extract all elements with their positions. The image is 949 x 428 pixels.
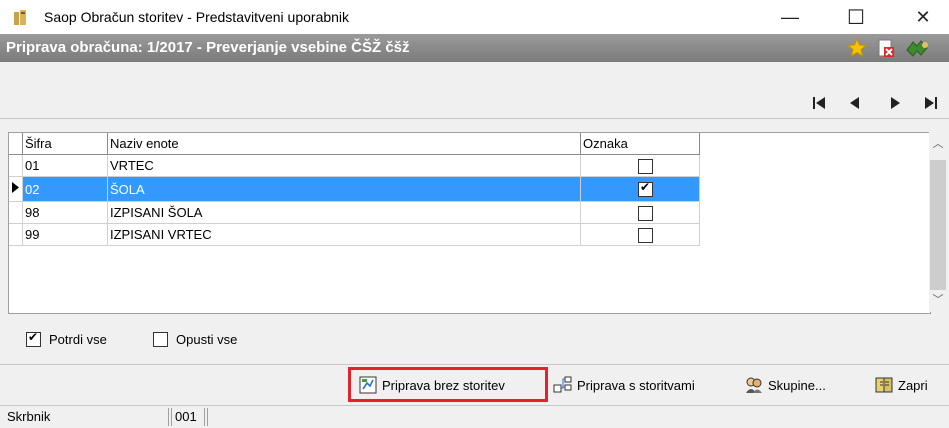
column-header-name[interactable]: Naziv enote: [107, 133, 581, 155]
confirm-all-label: Potrdi vse: [49, 332, 107, 347]
cell-name[interactable]: ŠOLA: [107, 176, 581, 202]
confirm-all-checkbox[interactable]: Potrdi vse: [26, 330, 107, 347]
row-indicator: [9, 223, 23, 246]
minimize-button[interactable]: —: [767, 0, 813, 34]
current-row-icon: [12, 182, 19, 193]
cell-mark: [580, 154, 700, 177]
cell-mark: [580, 176, 700, 202]
page-header: Priprava obračuna: 1/2017 - Preverjanje …: [0, 34, 949, 62]
status-empty-panel: [207, 408, 942, 426]
cell-name[interactable]: IZPISANI VRTEC: [107, 223, 581, 246]
cell-mark: [580, 201, 700, 224]
row-checkbox[interactable]: [638, 180, 653, 198]
cell-name[interactable]: VRTEC: [107, 154, 581, 177]
groups-icon: [746, 377, 762, 393]
cell-code[interactable]: 99: [22, 223, 108, 246]
status-user-code: 001: [171, 408, 205, 426]
groups-label: Skupine...: [768, 377, 826, 393]
grid-header-row: Šifra Naziv enote Oznaka: [9, 133, 700, 155]
grid-scrollbar[interactable]: ︿ ﹀: [929, 132, 947, 312]
next-icon[interactable]: [885, 94, 905, 112]
column-header-mark[interactable]: Oznaka: [580, 133, 700, 155]
book-close-icon: [875, 377, 893, 393]
window-title: Saop Obračun storitev - Predstavitveni u…: [44, 9, 350, 25]
row-checkbox[interactable]: [638, 205, 653, 221]
cell-code[interactable]: 01: [22, 154, 108, 177]
row-indicator: [9, 154, 23, 177]
cell-code[interactable]: 98: [22, 201, 108, 224]
row-indicator: [9, 176, 23, 202]
status-user-label: Skrbnik: [4, 408, 169, 426]
close-window-button[interactable]: Zapri: [874, 371, 928, 399]
checkbox-icon[interactable]: [26, 330, 41, 347]
scroll-up-icon[interactable]: ︿: [929, 134, 947, 152]
table-row[interactable]: 99 IZPISANI VRTEC: [9, 223, 700, 246]
window-titlebar: Saop Obračun storitev - Predstavitveni u…: [0, 0, 949, 34]
cell-code[interactable]: 02: [22, 176, 108, 202]
prepare-with-services-button[interactable]: Priprava s storitvami: [553, 371, 695, 399]
cell-name[interactable]: IZPISANI ŠOLA: [107, 201, 581, 224]
star-icon[interactable]: [847, 38, 867, 58]
table-row[interactable]: 01 VRTEC: [9, 154, 700, 177]
first-icon[interactable]: [810, 94, 830, 112]
tree-icon: [553, 376, 572, 393]
navigation-bar: [0, 62, 949, 119]
groups-button[interactable]: Skupine...: [744, 371, 826, 399]
row-checkbox[interactable]: [638, 227, 653, 243]
row-checkbox[interactable]: [638, 158, 653, 174]
row-indicator-header: [9, 133, 23, 155]
delete-icon[interactable]: [876, 38, 896, 58]
options-panel: Potrdi vse Opusti vse: [0, 312, 949, 364]
prev-icon[interactable]: [845, 94, 865, 112]
skip-all-label: Opusti vse: [176, 332, 238, 347]
table-row[interactable]: 02 ŠOLA: [9, 176, 700, 202]
page-title: Priprava obračuna: 1/2017 - Preverjanje …: [6, 39, 410, 56]
maximize-button[interactable]: ☐: [833, 0, 879, 34]
units-grid: Šifra Naziv enote Oznaka 01 VRTEC 02 ŠOL…: [8, 132, 931, 314]
table-row[interactable]: 98 IZPISANI ŠOLA: [9, 201, 700, 224]
last-icon[interactable]: [920, 94, 940, 112]
row-indicator: [9, 201, 23, 224]
checkbox-icon[interactable]: [153, 332, 168, 347]
cell-mark: [580, 223, 700, 246]
prepare-with-label: Priprava s storitvami: [577, 377, 695, 393]
scroll-thumb[interactable]: [930, 160, 946, 290]
close-label: Zapri: [898, 377, 928, 393]
scroll-down-icon[interactable]: ﹀: [929, 290, 947, 308]
column-header-code[interactable]: Šifra: [22, 133, 108, 155]
highlight-box: [348, 367, 548, 402]
status-bar: Skrbnik 001: [0, 405, 949, 428]
skip-all-checkbox[interactable]: Opusti vse: [153, 332, 237, 347]
app-icon: [14, 10, 26, 25]
close-button[interactable]: ✕: [900, 0, 946, 34]
exit-icon[interactable]: [905, 38, 931, 58]
